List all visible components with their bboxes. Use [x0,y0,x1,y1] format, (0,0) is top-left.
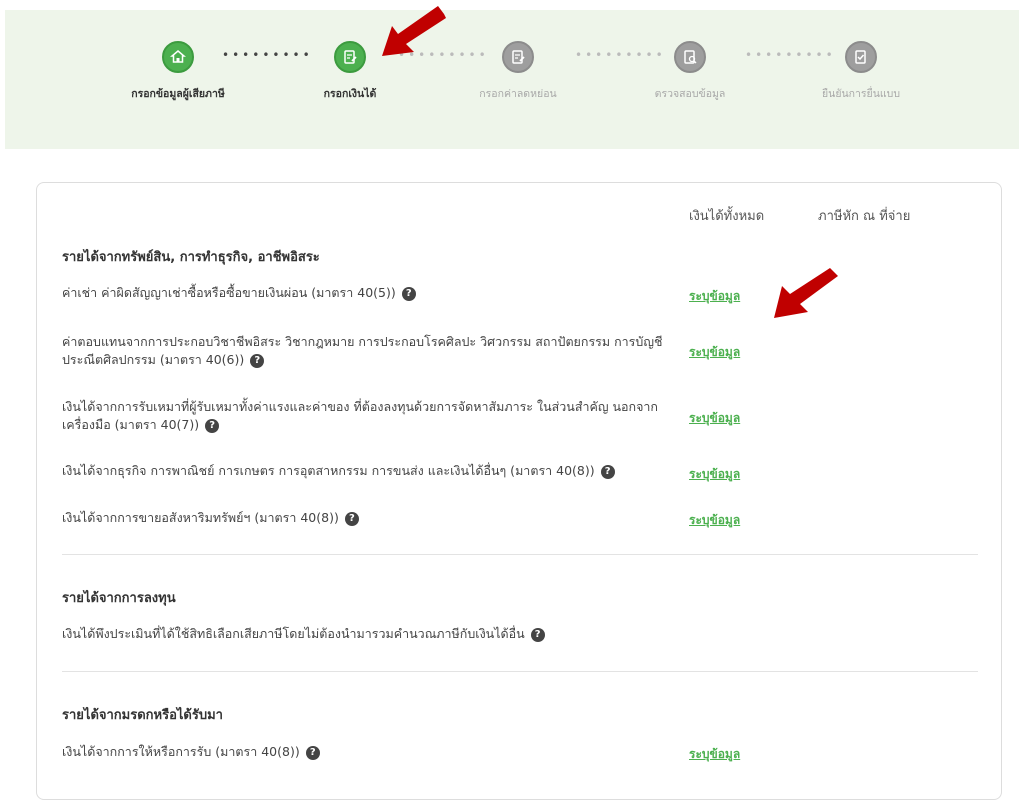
list-item: เงินได้จากการรับเหมาที่ผู้รับเหมาทั้งค่า… [62,398,667,434]
list-item: เงินได้จากการให้หรือการรับ (มาตรา 40(8))… [62,743,667,761]
row-label: เงินได้จากการรับเหมาที่ผู้รับเหมาทั้งค่า… [62,399,658,432]
section-divider [62,554,978,555]
section-divider [62,671,978,672]
row-label: ค่าตอบแทนจากการประกอบวิชาชีพอิสระ วิชากฎ… [62,334,663,367]
step-label: กรอกค่าลดหย่อน [479,88,557,100]
row-label: ค่าเช่า ค่าผิดสัญญาเช่าซื้อหรือซื้อขายเง… [62,285,396,300]
help-icon[interactable]: ? [250,353,265,368]
step-label: ตรวจสอบข้อมูล [654,88,726,100]
step-label: กรอกเงินได้ [323,88,377,100]
annotation-arrow-icon [382,6,446,56]
step-label: กรอกข้อมูลผู้เสียภาษี [131,88,225,100]
edit-document-icon [334,41,366,73]
row-label: เงินได้จากการให้หรือการรับ (มาตรา 40(8)) [62,744,300,759]
specify-data-link[interactable]: ระบุข้อมูล [689,409,740,428]
help-icon[interactable]: ? [600,464,615,479]
help-icon[interactable]: ? [401,286,416,301]
home-icon [162,41,194,73]
edit-document-icon [502,41,534,73]
specify-data-link[interactable]: ระบุข้อมูล [689,465,740,484]
list-item: เงินได้พึงประเมินที่ได้ใช้สิทธิเลือกเสีย… [62,625,762,643]
column-header-withholding-tax: ภาษีหัก ณ ที่จ่าย [818,209,911,224]
row-label: เงินได้จากการขายอสังหาริมทรัพย์ฯ (มาตรา … [62,510,339,525]
section-title-inheritance: รายได้จากมรดกหรือได้รับมา [62,708,223,723]
specify-data-link[interactable]: ระบุข้อมูล [689,511,740,530]
column-header-total-income: เงินได้ทั้งหมด [689,209,765,224]
progress-stepper: กรอกข้อมูลผู้เสียภาษี ••••••••• กรอกเงิน… [5,10,1019,149]
section-title-business: รายได้จากทรัพย์สิน, การทำธุรกิจ, อาชีพอิ… [62,250,320,265]
list-item: ค่าตอบแทนจากการประกอบวิชาชีพอิสระ วิชากฎ… [62,333,667,369]
annotation-arrow-icon [774,268,838,318]
list-item: เงินได้จากการขายอสังหาริมทรัพย์ฯ (มาตรา … [62,509,667,527]
row-label: เงินได้พึงประเมินที่ได้ใช้สิทธิเลือกเสีย… [62,626,525,641]
specify-data-link[interactable]: ระบุข้อมูล [689,343,740,362]
step-confirm[interactable]: ยืนยันการยื่นแบบ [776,41,946,102]
help-icon[interactable]: ? [530,627,545,642]
help-icon[interactable]: ? [205,418,220,433]
section-title-investment: รายได้จากการลงทุน [62,591,176,606]
row-label: เงินได้จากธุรกิจ การพาณิชย์ การเกษตร การ… [62,463,595,478]
help-icon[interactable]: ? [344,511,359,526]
confirm-document-icon [845,41,877,73]
review-document-icon [674,41,706,73]
list-item: เงินได้จากธุรกิจ การพาณิชย์ การเกษตร การ… [62,462,667,480]
specify-data-link[interactable]: ระบุข้อมูล [689,745,740,764]
list-item: ค่าเช่า ค่าผิดสัญญาเช่าซื้อหรือซื้อขายเง… [62,284,667,302]
help-icon[interactable]: ? [305,745,320,760]
specify-data-link[interactable]: ระบุข้อมูล [689,287,740,306]
step-label: ยืนยันการยื่นแบบ [822,88,900,100]
